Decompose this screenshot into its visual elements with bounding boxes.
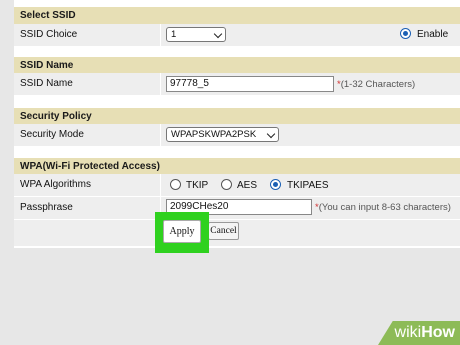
column-divider (160, 124, 161, 146)
wpa-algorithms-label: WPA Algorithms (20, 179, 91, 190)
tkipaes-radio[interactable] (270, 179, 281, 190)
security-mode-row: Security Mode WPAPSKWPA2PSK (14, 124, 460, 146)
aes-radio[interactable] (221, 179, 232, 190)
tkip-label: TKIP (186, 180, 209, 191)
security-mode-value: WPAPSKWPA2PSK (171, 129, 257, 140)
ssid-name-hint: *(1-32 Characters) (337, 79, 416, 90)
ssid-name-label: SSID Name (20, 78, 73, 89)
security-mode-select[interactable]: WPAPSKWPA2PSK (166, 127, 279, 142)
enable-label: Enable (417, 29, 449, 40)
column-divider (160, 24, 161, 46)
security-mode-label: Security Mode (20, 129, 84, 140)
select-ssid-heading: Select SSID (14, 7, 460, 24)
column-divider (160, 73, 161, 95)
apply-button[interactable]: Apply (163, 220, 201, 243)
passphrase-row: Passphrase 2099CHes20 *(You can input 8-… (14, 197, 460, 219)
tkipaes-label: TKIPAES (287, 180, 329, 191)
wpa-heading: WPA(Wi-Fi Protected Access) (14, 158, 460, 174)
column-divider (160, 174, 161, 196)
aes-label: AES (237, 180, 258, 191)
cancel-button[interactable]: Cancel (208, 222, 239, 240)
passphrase-label: Passphrase (20, 202, 73, 213)
ssid-choice-row: SSID Choice 1 Enable (14, 24, 460, 46)
ssid-choice-label: SSID Choice (20, 29, 78, 40)
wpa-algorithms-row: WPA Algorithms TKIP AES TKIPAES (14, 174, 460, 196)
tkip-radio[interactable] (170, 179, 181, 190)
passphrase-hint: *(You can input 8-63 characters) (315, 202, 451, 213)
wireless-settings-page: Select SSID SSID Choice 1 Enable SSID Na… (14, 0, 460, 248)
ssid-choice-value: 1 (171, 29, 177, 40)
chevron-down-icon (266, 129, 276, 139)
chevron-down-icon (213, 29, 223, 39)
security-policy-heading: Security Policy (14, 108, 460, 124)
ssid-name-input[interactable]: 97778_5 (166, 76, 334, 92)
ssid-name-row: SSID Name 97778_5 *(1-32 Characters) (14, 73, 460, 95)
ssid-choice-select[interactable]: 1 (166, 27, 226, 42)
wikihow-watermark: wikiHow (378, 321, 460, 345)
ssid-name-heading: SSID Name (14, 57, 460, 73)
enable-radio[interactable] (400, 28, 411, 39)
